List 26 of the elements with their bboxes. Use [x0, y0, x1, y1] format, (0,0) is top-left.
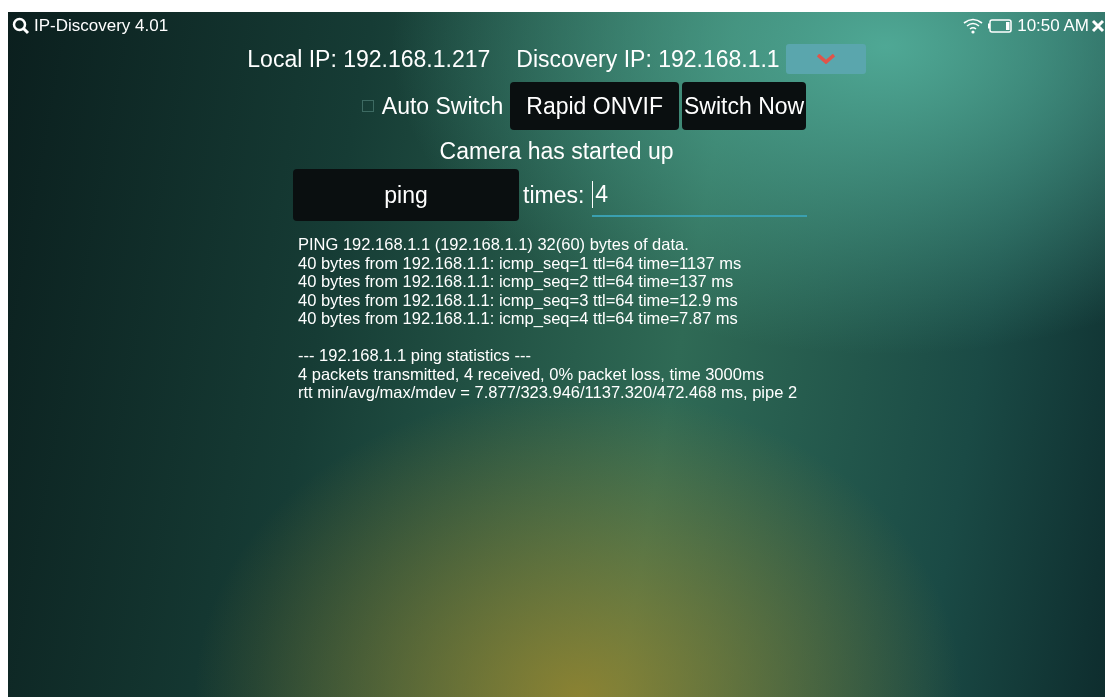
clock-time: 10:50 AM: [1017, 16, 1089, 36]
dropdown-button[interactable]: [785, 44, 866, 74]
output-line: 40 bytes from 192.168.1.1: icmp_seq=1 ttl=64 time=1137 ms: [298, 253, 743, 273]
search-icon: [12, 17, 30, 35]
close-icon[interactable]: [1091, 19, 1105, 33]
ping-button[interactable]: ping: [293, 169, 519, 221]
battery-icon: [987, 19, 1014, 33]
action-button[interactable]: Switch Now: [682, 82, 807, 130]
output-line: 40 bytes from 192.168.1.1: icmp_seq=2 ttl=64 time=137 ms: [298, 272, 735, 291]
output-line: 40 bytes from 192.168.1.1: icmp_seq=3 ttl=64 time=12.9 ms: [298, 290, 739, 310]
local-ip-text: Local IP: 192.168.1.217: [247, 45, 491, 73]
output-line: 4 packets transmitted, 4 received, 0% packet loss, time 3000ms: [298, 364, 765, 384]
wifi-icon: [963, 18, 984, 34]
discovery-ip-text: Discovery IP: 192.168.1.1: [516, 45, 780, 73]
action-button[interactable]: Rapid ONVIF: [510, 82, 680, 130]
times-input[interactable]: 4: [592, 173, 808, 217]
auto-switch-checkbox[interactable]: [361, 100, 374, 112]
output-line: rtt min/avg/max/mdev = 7.877/323.946/1137.320/472.468 ms, pipe 2: [298, 383, 799, 402]
status-text: Camera has started up: [439, 138, 674, 165]
auto-switch-label: Auto Switch: [381, 92, 504, 120]
app-title: IP-Discovery 4.01: [34, 16, 169, 36]
output-line: PING 192.168.1.1 (192.168.1.1) 32(60) bytes of data.: [298, 235, 690, 254]
times-label: times:: [523, 181, 585, 209]
output-line: --- 192.168.1.1 ping statistics ---: [298, 345, 532, 365]
chevron-down-icon: [816, 54, 835, 64]
output-line: 40 bytes from 192.168.1.1: icmp_seq=4 ttl=64 time=7.87 ms: [298, 309, 739, 328]
